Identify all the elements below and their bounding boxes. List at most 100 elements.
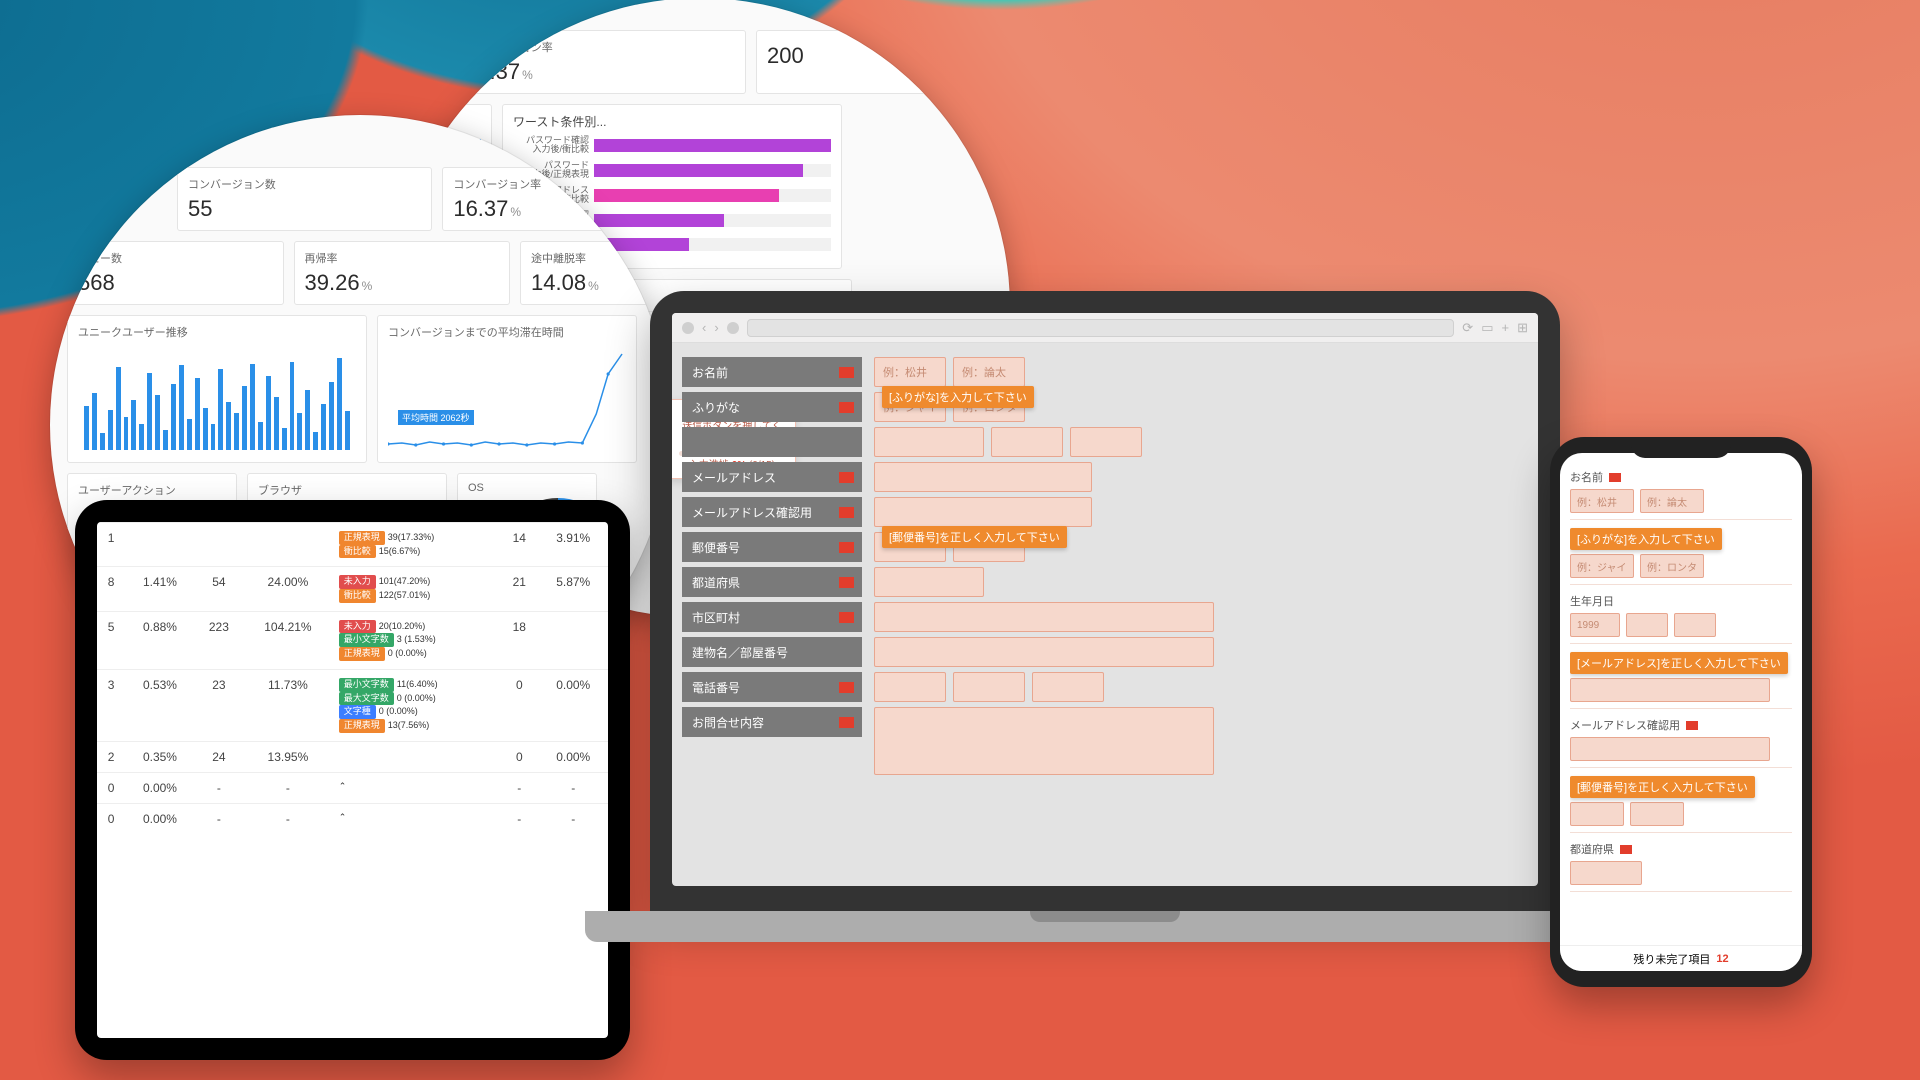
worst-row: パスワード確認入力後/衝比較: [513, 136, 831, 155]
required-badge: [839, 472, 854, 483]
form-input[interactable]: [874, 707, 1214, 775]
form-input[interactable]: [874, 602, 1214, 632]
form-row: [1570, 678, 1792, 702]
form-input[interactable]: [1626, 613, 1668, 637]
form-row: 建物名／部屋番号: [682, 637, 1528, 667]
required-badge: [839, 507, 854, 518]
nav-back-icon[interactable]: ‹: [702, 320, 706, 335]
form-input[interactable]: [874, 567, 984, 597]
form-label: お名前: [1570, 469, 1792, 485]
metric-card: ビュー数 568: [67, 241, 284, 305]
phone-mock: お名前例：松井例：論太[ふりがな]を入力して下さい例：ジャイ例：ロンタ生年月日1…: [1550, 437, 1812, 987]
form-input[interactable]: [874, 497, 1092, 527]
metric-value: 55: [390, 59, 433, 85]
conversion-metric-row: コンバージョン数 55 コンバージョン率 16.37% 200: [177, 167, 670, 231]
card-title: ユニークユーザー推移: [78, 324, 356, 340]
card-title: ブラウザ: [258, 482, 436, 498]
remaining-label: 残り未完了項目: [1633, 951, 1710, 967]
validation-tip: [メールアドレス]を正しく入力して下さい: [1570, 652, 1788, 674]
metric-card: コンバージョン数 55: [177, 167, 432, 231]
form-input[interactable]: 例：論太: [1640, 489, 1704, 513]
form-row: 例：ジャイ例：ロンタ: [1570, 554, 1792, 578]
table-row: 1 正規表現39(17.33%)衝比較15(6.67%) 143.91%: [97, 523, 608, 567]
form-input[interactable]: [1570, 861, 1642, 885]
toolbar-extra-2[interactable]: +: [1502, 320, 1510, 335]
form-input[interactable]: [991, 427, 1063, 457]
remaining-footer: 残り未完了項目 12: [1560, 945, 1802, 971]
form-input[interactable]: [1070, 427, 1142, 457]
form-input[interactable]: 例：ジャイ: [1570, 554, 1634, 578]
metric-label: コンバージョン数: [390, 39, 433, 55]
metric-card: 再帰率 39.26%: [294, 241, 511, 305]
table-row: 20.35%2413.95% 00.00%: [97, 741, 608, 772]
required-badge: [839, 402, 854, 413]
form-label: ふりがな: [682, 392, 862, 422]
required-badge: [839, 367, 854, 378]
metric-card: コンバージョン率 16.37%: [454, 30, 746, 94]
metric-row-top: コンバージョン数 55 コンバージョン率 16.37% 200: [390, 30, 1010, 94]
unique-users-card: ユニークユーザー推移: [67, 315, 367, 463]
metric-label: 再帰率: [305, 250, 500, 266]
form-input[interactable]: 例：松井: [874, 357, 946, 387]
validation-tip: [郵便番号]を正しく入力して下さい: [1570, 776, 1755, 798]
form-input[interactable]: [1674, 613, 1716, 637]
metric-label: コンバージョン率: [465, 39, 735, 55]
validation-tip: [ふりがな]を入力して下さい: [882, 386, 1034, 408]
form-label: 電話番号: [682, 672, 862, 702]
form-label: [682, 427, 862, 457]
laptop-mock: ‹ › ⟳ ▭ + ⊞ 必須項目に入力の上送信ボタンを押してください。 入力進捗…: [650, 291, 1560, 911]
form-row: [1570, 802, 1792, 826]
metric-card: コンバージョン率 16.37%: [442, 167, 670, 231]
toolbar-extra-1[interactable]: ▭: [1481, 320, 1493, 336]
refresh-end-icon[interactable]: ⟳: [1462, 320, 1473, 336]
url-bar[interactable]: [747, 319, 1455, 337]
form-input[interactable]: [874, 672, 946, 702]
required-badge: [839, 682, 854, 693]
window-control[interactable]: [682, 322, 694, 334]
form-input[interactable]: [874, 427, 984, 457]
metric-value: 16.37%: [465, 59, 735, 85]
laptop-base: [585, 911, 1625, 942]
form-input[interactable]: [874, 637, 1214, 667]
metric-value: 14.08%: [531, 270, 670, 296]
contact-form-mobile: お名前例：松井例：論太[ふりがな]を入力して下さい例：ジャイ例：ロンタ生年月日1…: [1570, 461, 1792, 943]
form-input[interactable]: [1570, 737, 1770, 761]
form-label: 建物名／部屋番号: [682, 637, 862, 667]
validation-tip: [ふりがな]を入力して下さい: [1570, 528, 1722, 550]
form-row: メールアドレス確認用: [682, 497, 1528, 527]
metric-card: 200: [756, 30, 1010, 94]
form-input[interactable]: 1999: [1570, 613, 1620, 637]
form-input[interactable]: [1570, 678, 1770, 702]
reload-icon[interactable]: [727, 322, 739, 334]
form-label: 郵便番号: [682, 532, 862, 562]
form-input[interactable]: 例：論太: [953, 357, 1025, 387]
form-label: 市区町村: [682, 602, 862, 632]
nav-forward-icon[interactable]: ›: [714, 320, 718, 335]
avg-stay-chart: 平均時間 2062秒: [388, 344, 626, 454]
form-input[interactable]: [953, 672, 1025, 702]
avg-stay-badge: 平均時間 2062秒: [398, 410, 474, 425]
metric-value: 568: [78, 270, 273, 296]
metric-value: 55: [188, 196, 421, 222]
metric-label: コンバージョン率: [453, 176, 670, 192]
form-input[interactable]: [1570, 802, 1624, 826]
form-row: お名前 例：松井例：論太: [682, 357, 1528, 387]
contact-form: 必須項目に入力の上送信ボタンを押してください。 入力進捗 0% (0/15) お…: [672, 343, 1538, 789]
form-input[interactable]: [874, 462, 1092, 492]
form-input[interactable]: 例：ロンタ: [1640, 554, 1704, 578]
form-row: 電話番号: [682, 672, 1528, 702]
form-row: [1570, 737, 1792, 761]
metric-value: 16.37%: [453, 196, 670, 222]
form-input[interactable]: 例：松井: [1570, 489, 1634, 513]
form-row: [1570, 861, 1792, 885]
form-label: 生年月日: [1570, 593, 1792, 609]
table-row: 00.00%-- ⌃ --: [97, 803, 608, 834]
form-row: 市区町村: [682, 602, 1528, 632]
form-input[interactable]: [1630, 802, 1684, 826]
toolbar-extra-3[interactable]: ⊞: [1517, 320, 1528, 336]
metric-label: 途中離脱率: [531, 250, 670, 266]
validation-tip: [郵便番号]を正しく入力して下さい: [882, 526, 1067, 548]
form-input[interactable]: [1032, 672, 1104, 702]
phone-notch: [1631, 437, 1731, 458]
form-label: メールアドレス: [682, 462, 862, 492]
